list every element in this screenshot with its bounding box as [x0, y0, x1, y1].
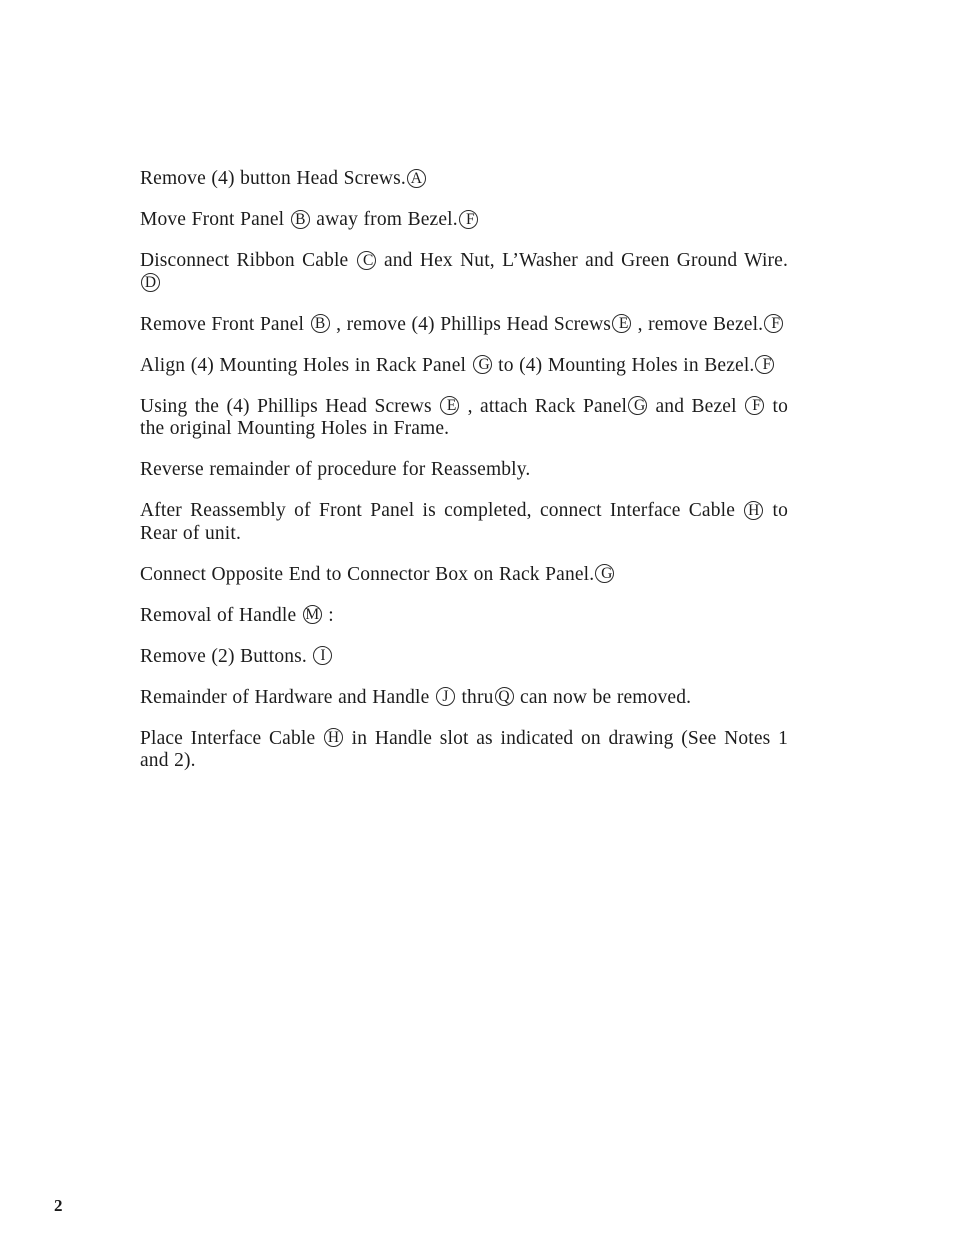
paragraph-text: Remove (2) Buttons.	[140, 645, 313, 667]
instruction-paragraph: Disconnect Ribbon Cable C and Hex Nut, L…	[140, 250, 788, 295]
reference-letter: C	[362, 251, 374, 269]
paragraph-text: , attach Rack Panel	[460, 395, 628, 417]
reference-letter: H	[327, 729, 340, 746]
paragraph-text: Disconnect Ribbon Cable	[140, 250, 356, 271]
paragraph-text: , remove Bezel.	[632, 313, 764, 335]
paragraph-text: Connect Opposite End to Connector Box on…	[140, 563, 595, 585]
reference-letter: H	[748, 501, 760, 519]
page-number: 2	[54, 1196, 63, 1215]
circled-reference-j-icon: J	[435, 687, 455, 706]
instruction-paragraph: Reverse remainder of procedure for Reass…	[140, 459, 788, 482]
circled-reference-f-icon: F	[755, 355, 775, 374]
reference-letter: F	[752, 397, 761, 414]
reference-letter: G	[478, 356, 490, 373]
reference-letter: G	[601, 565, 613, 582]
circled-reference-h-icon: H	[323, 728, 343, 747]
paragraph-text: , remove (4) Phillips Head Screws	[330, 313, 612, 335]
circled-reference-e-icon: E	[440, 396, 460, 415]
paragraph-text: :	[322, 604, 334, 626]
paragraph-text: away from Bezel.	[310, 209, 458, 230]
paragraph-text: Remainder of Hardware and Handle	[140, 686, 435, 708]
circled-reference-f-icon: F	[458, 209, 478, 229]
paragraph-text: Align (4) Mounting Holes in Rack Panel	[140, 354, 472, 376]
circled-reference-h-icon: H	[744, 500, 764, 520]
paragraph-text: Move Front Panel	[140, 209, 290, 230]
circled-reference-g-icon: G	[595, 564, 615, 583]
reference-letter: D	[144, 274, 157, 291]
document-page: Remove (4) button Head Screws. A Move Fron…	[0, 0, 954, 1235]
reference-letter: E	[618, 315, 629, 332]
reference-letter: F	[465, 210, 475, 228]
reference-letter: J	[442, 688, 449, 705]
paragraph-text: thru	[455, 686, 494, 708]
circled-reference-m-icon: M	[302, 605, 322, 624]
instruction-paragraph: After Reassembly of Front Panel is compl…	[140, 500, 788, 545]
reference-letter: I	[320, 647, 326, 664]
reference-letter: Q	[498, 688, 510, 705]
circled-reference-d-icon: D	[141, 273, 160, 292]
instruction-paragraph: Move Front Panel B away from Bezel. F	[140, 209, 788, 232]
circled-reference-g-icon: G	[628, 396, 648, 415]
circled-reference-a-icon: A	[406, 168, 426, 188]
instruction-paragraph: Remainder of Hardware and Handle J thru Q…	[140, 687, 788, 710]
paragraph-text: Reverse remainder of procedure for Reass…	[140, 459, 531, 480]
circled-reference-f-icon: F	[764, 314, 784, 333]
paragraph-text: Removal of Handle	[140, 604, 302, 626]
paragraph-text: Using the (4) Phillips Head Screws	[140, 395, 440, 417]
circled-reference-i-icon: I	[313, 646, 333, 665]
paragraph-text: Remove Front Panel	[140, 313, 310, 335]
instruction-paragraph: Using the (4) Phillips Head Screws E , a…	[140, 396, 788, 441]
instruction-paragraph: Removal of Handle M :	[140, 605, 788, 628]
circled-reference-q-icon: Q	[494, 687, 514, 706]
instruction-list: Remove (4) button Head Screws. A Move Fron…	[140, 168, 788, 773]
paragraph-text: to (4) Mounting Holes in Bezel.	[492, 354, 755, 376]
paragraph-text: and Hex Nut, L’Washer and Green Ground W…	[376, 250, 788, 271]
circled-reference-c-icon: C	[356, 250, 376, 270]
reference-letter: F	[762, 356, 772, 373]
circled-reference-g-icon: G	[472, 355, 492, 374]
reference-letter: B	[314, 315, 326, 332]
circled-reference-f-icon: F	[745, 396, 765, 415]
reference-letter: M	[305, 606, 320, 623]
circled-reference-e-icon: E	[612, 314, 632, 333]
paragraph-text: After Reassembly of Front Panel is compl…	[140, 500, 744, 521]
paragraph-text: and Bezel	[648, 395, 745, 417]
circled-reference-b-icon: B	[310, 314, 330, 333]
instruction-paragraph: Align (4) Mounting Holes in Rack Panel G…	[140, 355, 788, 378]
paragraph-text: Remove (4) button Head Screws.	[140, 168, 406, 189]
reference-letter: A	[410, 169, 422, 187]
paragraph-text: can now be removed.	[514, 686, 692, 708]
instruction-paragraph: Connect Opposite End to Connector Box on…	[140, 564, 788, 587]
reference-letter: G	[633, 397, 646, 414]
reference-letter: B	[295, 210, 306, 228]
instruction-paragraph: Place Interface Cable H in Handle slot a…	[140, 728, 788, 773]
instruction-paragraph: Remove Front Panel B , remove (4) Philli…	[140, 314, 788, 337]
paragraph-text: Place Interface Cable	[140, 727, 323, 749]
instruction-paragraph: Remove (2) Buttons. I	[140, 646, 788, 669]
circled-reference-b-icon: B	[290, 209, 310, 229]
reference-letter: E	[446, 397, 457, 414]
reference-letter: F	[771, 315, 780, 332]
instruction-paragraph: Remove (4) button Head Screws. A	[140, 168, 788, 191]
